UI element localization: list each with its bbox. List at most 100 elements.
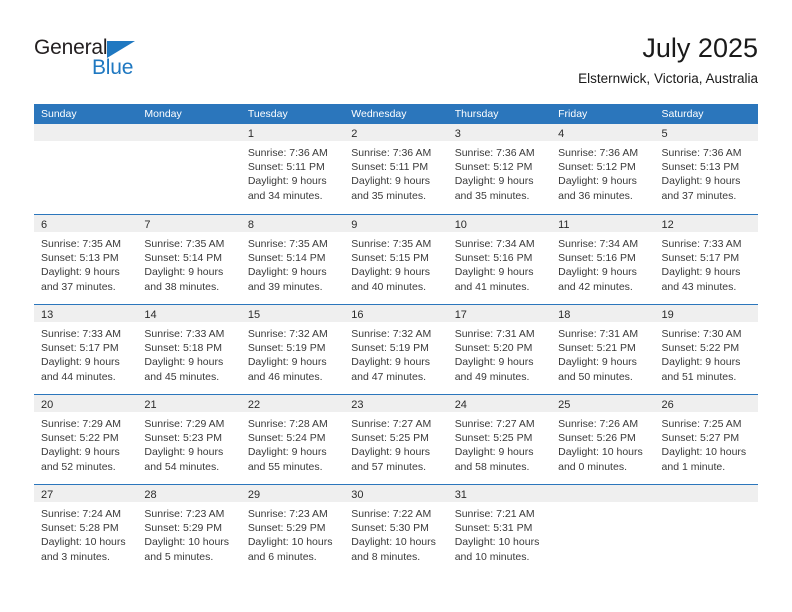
sunset-text: Sunset: 5:25 PM (351, 432, 429, 445)
daylight-text-line1: Daylight: 9 hours (454, 446, 534, 459)
calendar-day-cell[interactable]: 21 Sunrise: 7:29 AM Sunset: 5:23 PM Dayligh… (137, 395, 241, 484)
weekday-header-tuesday: Tuesday (247, 108, 288, 120)
sunset-text: Sunset: 5:16 PM (454, 252, 533, 265)
day-details: Sunrise: 7:33 AM Sunset: 5:17 PM Daylight:… (34, 322, 137, 384)
day-number-band: 19 (654, 305, 758, 322)
calendar-day-cell[interactable]: 24 Sunrise: 7:27 AM Sunset: 5:25 PM Dayligh… (447, 395, 552, 484)
day-details: Sunrise: 7:21 AM Sunset: 5:31 PM Daylight:… (448, 502, 551, 564)
calendar-day-cell[interactable]: 11 Sunrise: 7:34 AM Sunset: 5:16 PM Dayligh… (551, 215, 655, 304)
calendar-day-cell[interactable]: 30 Sunrise: 7:22 AM Sunset: 5:30 PM Dayligh… (344, 485, 448, 574)
daylight-text-line1: Daylight: 10 hours (144, 536, 230, 549)
sunrise-text: Sunrise: 7:32 AM (247, 328, 328, 340)
daylight-text-line2: and 1 minute. (661, 460, 726, 473)
day-details: Sunrise: 7:36 AM Sunset: 5:11 PM Daylight:… (344, 141, 447, 203)
sunrise-text: Sunrise: 7:24 AM (41, 508, 121, 520)
sunset-text: Sunset: 5:28 PM (41, 522, 119, 535)
day-details: Sunrise: 7:33 AM Sunset: 5:17 PM Daylight:… (655, 232, 758, 294)
day-number: 2 (351, 128, 358, 140)
day-number-band: 3 (447, 124, 552, 141)
calendar-day-cell[interactable]: 25 Sunrise: 7:26 AM Sunset: 5:26 PM Dayligh… (551, 395, 655, 484)
calendar-day-cell[interactable]: 4 Sunrise: 7:36 AM Sunset: 5:12 PM Daylight… (551, 124, 655, 214)
day-number: 25 (558, 399, 571, 411)
daylight-text-line1: Daylight: 9 hours (454, 175, 534, 188)
calendar-day-cell[interactable]: 17 Sunrise: 7:31 AM Sunset: 5:20 PM Dayligh… (447, 305, 552, 394)
daylight-text-line2: and 36 minutes. (558, 189, 633, 202)
daylight-text-line2: and 46 minutes. (247, 370, 323, 383)
calendar-day-cell[interactable]: 1 Sunrise: 7:36 AM Sunset: 5:11 PM Daylight… (240, 124, 345, 214)
day-number-band: 24 (447, 395, 552, 412)
day-details: Sunrise: 7:36 AM Sunset: 5:12 PM Daylight:… (551, 141, 654, 203)
calendar-day-cell[interactable]: 18 Sunrise: 7:31 AM Sunset: 5:21 PM Dayligh… (551, 305, 655, 394)
calendar-day-cell[interactable]: 23 Sunrise: 7:27 AM Sunset: 5:25 PM Dayligh… (344, 395, 448, 484)
sunset-text: Sunset: 5:31 PM (454, 522, 533, 535)
calendar-day-cell[interactable]: 3 Sunrise: 7:36 AM Sunset: 5:12 PM Daylight… (447, 124, 552, 214)
calendar-day-cell[interactable]: 10 Sunrise: 7:34 AM Sunset: 5:16 PM Dayligh… (447, 215, 552, 304)
calendar-week-row: 6 Sunrise: 7:35 AM Sunset: 5:13 PM Daylight… (34, 214, 758, 304)
calendar-day-cell[interactable]: 6 Sunrise: 7:35 AM Sunset: 5:13 PM Daylight… (34, 215, 138, 304)
brand-logo[interactable]: General Blue (34, 36, 164, 84)
day-number-band: 30 (344, 485, 448, 502)
calendar-day-cell[interactable]: 28 Sunrise: 7:23 AM Sunset: 5:29 PM Dayligh… (137, 485, 241, 574)
calendar-day-cell[interactable]: 31 Sunrise: 7:21 AM Sunset: 5:31 PM Dayligh… (447, 485, 552, 574)
day-number-band: 17 (447, 305, 552, 322)
sunrise-text: Sunrise: 7:32 AM (351, 328, 432, 340)
day-number: 4 (558, 128, 565, 140)
daylight-text-line2: and 35 minutes. (351, 189, 426, 202)
day-details: Sunrise: 7:36 AM Sunset: 5:13 PM Daylight:… (655, 141, 758, 203)
calendar-day-cell[interactable]: 2 Sunrise: 7:36 AM Sunset: 5:11 PM Daylight… (344, 124, 448, 214)
day-details: Sunrise: 7:36 AM Sunset: 5:12 PM Daylight:… (448, 141, 551, 203)
sunrise-text: Sunrise: 7:34 AM (454, 238, 535, 250)
sunset-text: Sunset: 5:19 PM (247, 342, 326, 355)
calendar-day-cell[interactable]: 29 Sunrise: 7:23 AM Sunset: 5:29 PM Dayligh… (240, 485, 345, 574)
calendar-day-cell[interactable]: 27 Sunrise: 7:24 AM Sunset: 5:28 PM Dayligh… (34, 485, 138, 574)
daylight-text-line1: Daylight: 10 hours (351, 536, 436, 549)
sunset-text: Sunset: 5:18 PM (144, 342, 223, 355)
calendar-day-cell[interactable]: 7 Sunrise: 7:35 AM Sunset: 5:14 PM Daylight… (137, 215, 241, 304)
calendar-day-cell[interactable]: 19 Sunrise: 7:30 AM Sunset: 5:22 PM Dayligh… (654, 305, 758, 394)
calendar-day-cell[interactable]: 16 Sunrise: 7:32 AM Sunset: 5:19 PM Dayligh… (344, 305, 448, 394)
calendar-day-cell[interactable]: 22 Sunrise: 7:28 AM Sunset: 5:24 PM Dayligh… (240, 395, 345, 484)
sunrise-text: Sunrise: 7:31 AM (454, 328, 535, 340)
calendar-day-cell[interactable]: 12 Sunrise: 7:33 AM Sunset: 5:17 PM Dayligh… (654, 215, 758, 304)
day-number-band: 13 (34, 305, 138, 322)
title-block: July 2025 Elsternwick, Victoria, Austral… (578, 32, 758, 87)
calendar-day-cell[interactable]: 13 Sunrise: 7:33 AM Sunset: 5:17 PM Dayligh… (34, 305, 138, 394)
sunrise-text: Sunrise: 7:35 AM (351, 238, 432, 250)
daylight-text-line1: Daylight: 9 hours (41, 266, 120, 279)
day-number: 30 (351, 489, 364, 501)
day-details: Sunrise: 7:24 AM Sunset: 5:28 PM Daylight:… (34, 502, 137, 564)
day-details: Sunrise: 7:27 AM Sunset: 5:25 PM Daylight:… (344, 412, 447, 474)
daylight-text-line1: Daylight: 9 hours (247, 175, 327, 188)
daylight-text-line1: Daylight: 9 hours (661, 356, 741, 369)
day-details: Sunrise: 7:25 AM Sunset: 5:27 PM Daylight:… (655, 412, 758, 474)
calendar-day-cell[interactable]: 5 Sunrise: 7:36 AM Sunset: 5:13 PM Daylight… (654, 124, 758, 214)
sunset-text: Sunset: 5:12 PM (558, 161, 636, 174)
calendar-day-cell[interactable]: 14 Sunrise: 7:33 AM Sunset: 5:18 PM Dayligh… (137, 305, 241, 394)
daylight-text-line2: and 5 minutes. (144, 550, 214, 563)
calendar-day-cell[interactable]: 8 Sunrise: 7:35 AM Sunset: 5:14 PM Daylight… (240, 215, 345, 304)
day-number-band: 14 (137, 305, 241, 322)
daylight-text-line1: Daylight: 9 hours (661, 175, 741, 188)
calendar-day-empty (34, 124, 138, 214)
calendar-day-cell[interactable]: 9 Sunrise: 7:35 AM Sunset: 5:15 PM Daylight… (344, 215, 448, 304)
day-number: 14 (144, 309, 157, 321)
daylight-text-line1: Daylight: 10 hours (661, 446, 747, 459)
sunset-text: Sunset: 5:11 PM (247, 161, 325, 174)
sunrise-text: Sunrise: 7:36 AM (351, 147, 432, 159)
daylight-text-line1: Daylight: 9 hours (454, 356, 534, 369)
calendar-day-cell[interactable]: 26 Sunrise: 7:25 AM Sunset: 5:27 PM Dayligh… (654, 395, 758, 484)
day-number: 21 (144, 399, 157, 411)
sunrise-text: Sunrise: 7:25 AM (661, 418, 742, 430)
sunrise-text: Sunrise: 7:36 AM (661, 147, 742, 159)
daylight-text-line1: Daylight: 9 hours (247, 266, 327, 279)
calendar-day-cell[interactable]: 20 Sunrise: 7:29 AM Sunset: 5:22 PM Dayligh… (34, 395, 138, 484)
day-number: 15 (247, 309, 261, 321)
day-number: 11 (558, 219, 570, 231)
day-number: 12 (661, 219, 674, 231)
day-details: Sunrise: 7:35 AM Sunset: 5:14 PM Daylight:… (137, 232, 240, 294)
weekday-header-friday: Friday (558, 108, 588, 120)
calendar-day-cell[interactable]: 15 Sunrise: 7:32 AM Sunset: 5:19 PM Dayligh… (240, 305, 345, 394)
sunset-text: Sunset: 5:30 PM (351, 522, 429, 535)
day-details: Sunrise: 7:35 AM Sunset: 5:13 PM Daylight:… (34, 232, 137, 294)
sunrise-text: Sunrise: 7:35 AM (247, 238, 328, 250)
